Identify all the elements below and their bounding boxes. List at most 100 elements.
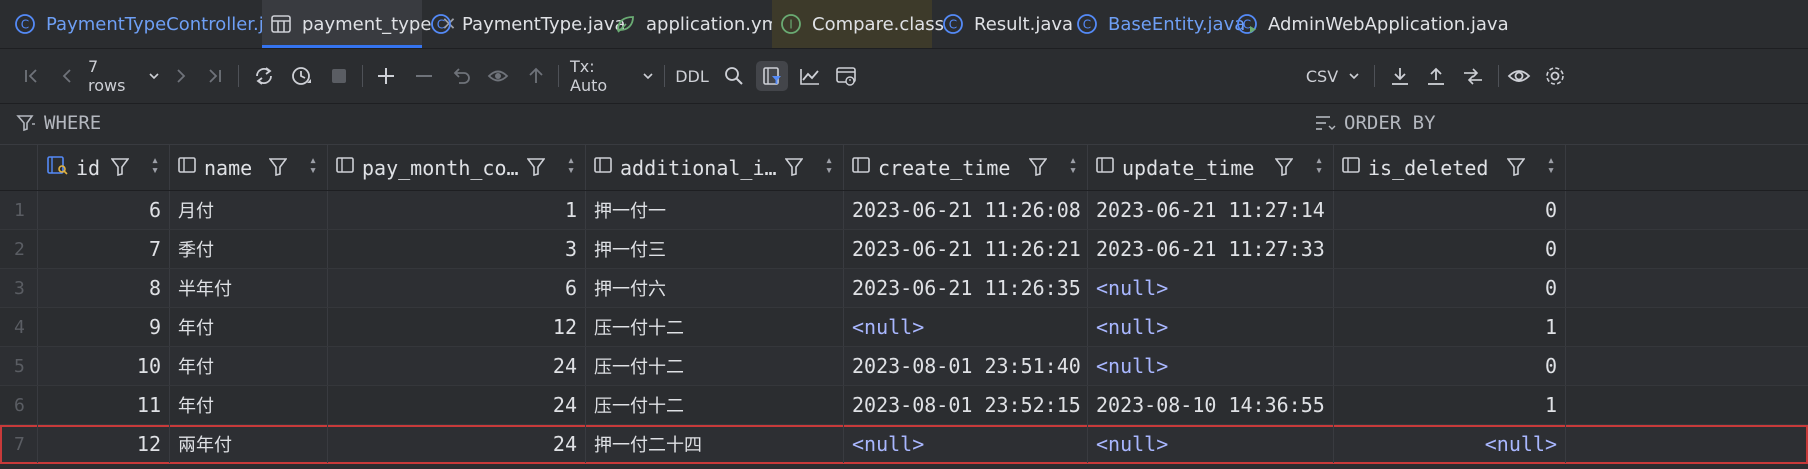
cell-update-time[interactable]: <null> [1088, 308, 1334, 346]
delete-row-icon[interactable] [410, 61, 438, 91]
column-header-id[interactable]: id ▴ ▾ [38, 145, 170, 190]
cell-additional-info[interactable]: 压一付十二 [586, 347, 844, 385]
cell-pay-month-count[interactable]: 24 [328, 425, 586, 463]
cell-is-deleted[interactable]: 0 [1334, 230, 1566, 268]
column-filter-icon[interactable] [526, 157, 546, 182]
cell-pay-month-count[interactable]: 6 [328, 269, 586, 307]
cell-additional-info[interactable]: 押一付二十四 [586, 425, 844, 463]
tab-payment-type-table[interactable]: payment_type ✕ [262, 0, 457, 48]
column-filter-icon[interactable] [268, 157, 288, 182]
search-icon[interactable] [720, 61, 748, 91]
transaction-mode-dropdown[interactable]: Tx: Auto [570, 57, 654, 95]
sort-arrows-icon[interactable]: ▴ ▾ [1315, 154, 1323, 177]
sort-arrows-icon[interactable]: ▴ ▾ [151, 154, 159, 177]
cell-create-time[interactable]: 2023-06-21 11:26:08 [844, 191, 1088, 229]
cell-update-time[interactable]: <null> [1088, 425, 1334, 463]
settings-gear-icon[interactable] [1542, 61, 1568, 91]
submit-upload-icon[interactable] [522, 61, 550, 91]
upload-icon[interactable] [1422, 61, 1450, 91]
cell-pay-month-count[interactable]: 24 [328, 386, 586, 424]
sort-arrows-icon[interactable]: ▴ ▾ [1069, 154, 1077, 177]
column-filter-icon[interactable] [784, 157, 804, 182]
sort-arrows-icon[interactable]: ▴ ▾ [567, 154, 575, 177]
tab-payment-type-controller[interactable]: C PaymentTypeController.java [6, 0, 296, 48]
table-row[interactable]: 3 8 半年付 6 押一付六 2023-06-21 11:26:35 <null> 0 [0, 269, 1808, 308]
cell-id[interactable]: 9 [38, 308, 170, 346]
tab-result-java[interactable]: C Result.java [936, 0, 1073, 48]
download-icon[interactable] [1386, 61, 1414, 91]
chart-icon[interactable] [796, 61, 824, 91]
sort-arrows-icon[interactable]: ▴ ▾ [1547, 154, 1555, 177]
cell-name[interactable]: 半年付 [170, 269, 328, 307]
first-page-icon[interactable] [18, 61, 44, 91]
column-header-is-deleted[interactable]: is_deleted ▴ ▾ [1334, 145, 1566, 190]
cell-is-deleted[interactable]: 0 [1334, 191, 1566, 229]
column-filter-icon[interactable] [1274, 157, 1294, 182]
cell-is-deleted[interactable]: 1 [1334, 386, 1566, 424]
table-row[interactable]: 7 12 兩年付 24 押一付二十四 <null> <null> <null> [0, 425, 1808, 464]
table-row[interactable]: 5 10 年付 24 压一付十二 2023-08-01 23:51:40 <null> 0 [0, 347, 1808, 386]
cell-create-time[interactable]: 2023-06-21 11:26:21 [844, 230, 1088, 268]
column-filter-icon[interactable] [1028, 157, 1048, 182]
cell-name[interactable]: 年付 [170, 347, 328, 385]
cell-name[interactable]: 年付 [170, 386, 328, 424]
cell-pay-month-count[interactable]: 24 [328, 347, 586, 385]
filter-panel-icon[interactable] [756, 61, 788, 91]
cell-create-time[interactable]: 2023-08-01 23:51:40 [844, 347, 1088, 385]
tab-admin-web-application[interactable]: C AdminWebApplication.java [1236, 0, 1509, 48]
cell-additional-info[interactable]: 押一付六 [586, 269, 844, 307]
cell-update-time[interactable]: <null> [1088, 347, 1334, 385]
revert-icon[interactable] [448, 61, 476, 91]
table-row[interactable]: 6 11 年付 24 压一付十二 2023-08-01 23:52:15 2023-08-1… [0, 386, 1808, 425]
refresh-icon[interactable] [250, 61, 278, 91]
column-header-create-time[interactable]: create_time ▴ ▾ [844, 145, 1088, 190]
cell-id[interactable]: 6 [38, 191, 170, 229]
cell-additional-info[interactable]: 押一付一 [586, 191, 844, 229]
tab-compare-class[interactable]: I Compare.class [772, 0, 944, 48]
cell-id[interactable]: 12 [38, 425, 170, 463]
column-header-name[interactable]: name ▴ ▾ [170, 145, 328, 190]
sort-arrows-icon[interactable]: ▴ ▾ [825, 154, 833, 177]
add-row-icon[interactable] [372, 61, 400, 91]
cell-pay-month-count[interactable]: 1 [328, 191, 586, 229]
column-header-pay-month-count[interactable]: pay_month_co… ▴ ▾ [328, 145, 586, 190]
cell-update-time[interactable]: 2023-06-21 11:27:33 [1088, 230, 1334, 268]
cell-update-time[interactable]: 2023-08-10 14:36:55 [1088, 386, 1334, 424]
previous-page-icon[interactable] [54, 61, 80, 91]
cell-id[interactable]: 10 [38, 347, 170, 385]
tab-application-yml[interactable]: application.yml [610, 0, 784, 48]
tab-base-entity-java[interactable]: C BaseEntity.java [1072, 0, 1245, 48]
ddl-button[interactable]: DDL [674, 61, 710, 91]
cell-name[interactable]: 月付 [170, 191, 328, 229]
view-changes-icon[interactable] [484, 61, 512, 91]
cell-create-time[interactable]: <null> [844, 308, 1088, 346]
last-page-icon[interactable] [202, 61, 228, 91]
sort-arrows-icon[interactable]: ▴ ▾ [309, 154, 317, 177]
cell-create-time[interactable]: 2023-08-01 23:52:15 [844, 386, 1088, 424]
cell-name[interactable]: 年付 [170, 308, 328, 346]
table-row[interactable]: 1 6 月付 1 押一付一 2023-06-21 11:26:08 2023-06-21 1… [0, 191, 1808, 230]
column-filter-icon[interactable] [110, 157, 130, 182]
cell-update-time[interactable]: 2023-06-21 11:27:14 [1088, 191, 1334, 229]
cell-pay-month-count[interactable]: 12 [328, 308, 586, 346]
cell-is-deleted[interactable]: <null> [1334, 425, 1566, 463]
next-page-icon[interactable] [168, 61, 194, 91]
order-by-filter[interactable]: ORDER BY [1314, 112, 1436, 134]
cell-additional-info[interactable]: 压一付十二 [586, 308, 844, 346]
table-row[interactable]: 4 9 年付 12 压一付十二 <null> <null> 1 [0, 308, 1808, 347]
data-view-icon[interactable] [832, 61, 860, 91]
cell-create-time[interactable]: 2023-06-21 11:26:35 [844, 269, 1088, 307]
cell-pay-month-count[interactable]: 3 [328, 230, 586, 268]
eye-icon[interactable] [1504, 61, 1534, 91]
column-header-update-time[interactable]: update_time ▴ ▾ [1088, 145, 1334, 190]
column-filter-icon[interactable] [1506, 157, 1526, 182]
column-header-additional-info[interactable]: additional_i… ▴ ▾ [586, 145, 844, 190]
table-row[interactable]: 2 7 季付 3 押一付三 2023-06-21 11:26:21 2023-06-21 1… [0, 230, 1808, 269]
cell-update-time[interactable]: <null> [1088, 269, 1334, 307]
page-size-dropdown[interactable]: 7 rows [88, 57, 160, 95]
cell-id[interactable]: 8 [38, 269, 170, 307]
stop-icon[interactable] [326, 61, 352, 91]
tab-payment-type-java[interactable]: C PaymentType.java [424, 0, 626, 48]
cell-name[interactable]: 季付 [170, 230, 328, 268]
cell-is-deleted[interactable]: 0 [1334, 269, 1566, 307]
